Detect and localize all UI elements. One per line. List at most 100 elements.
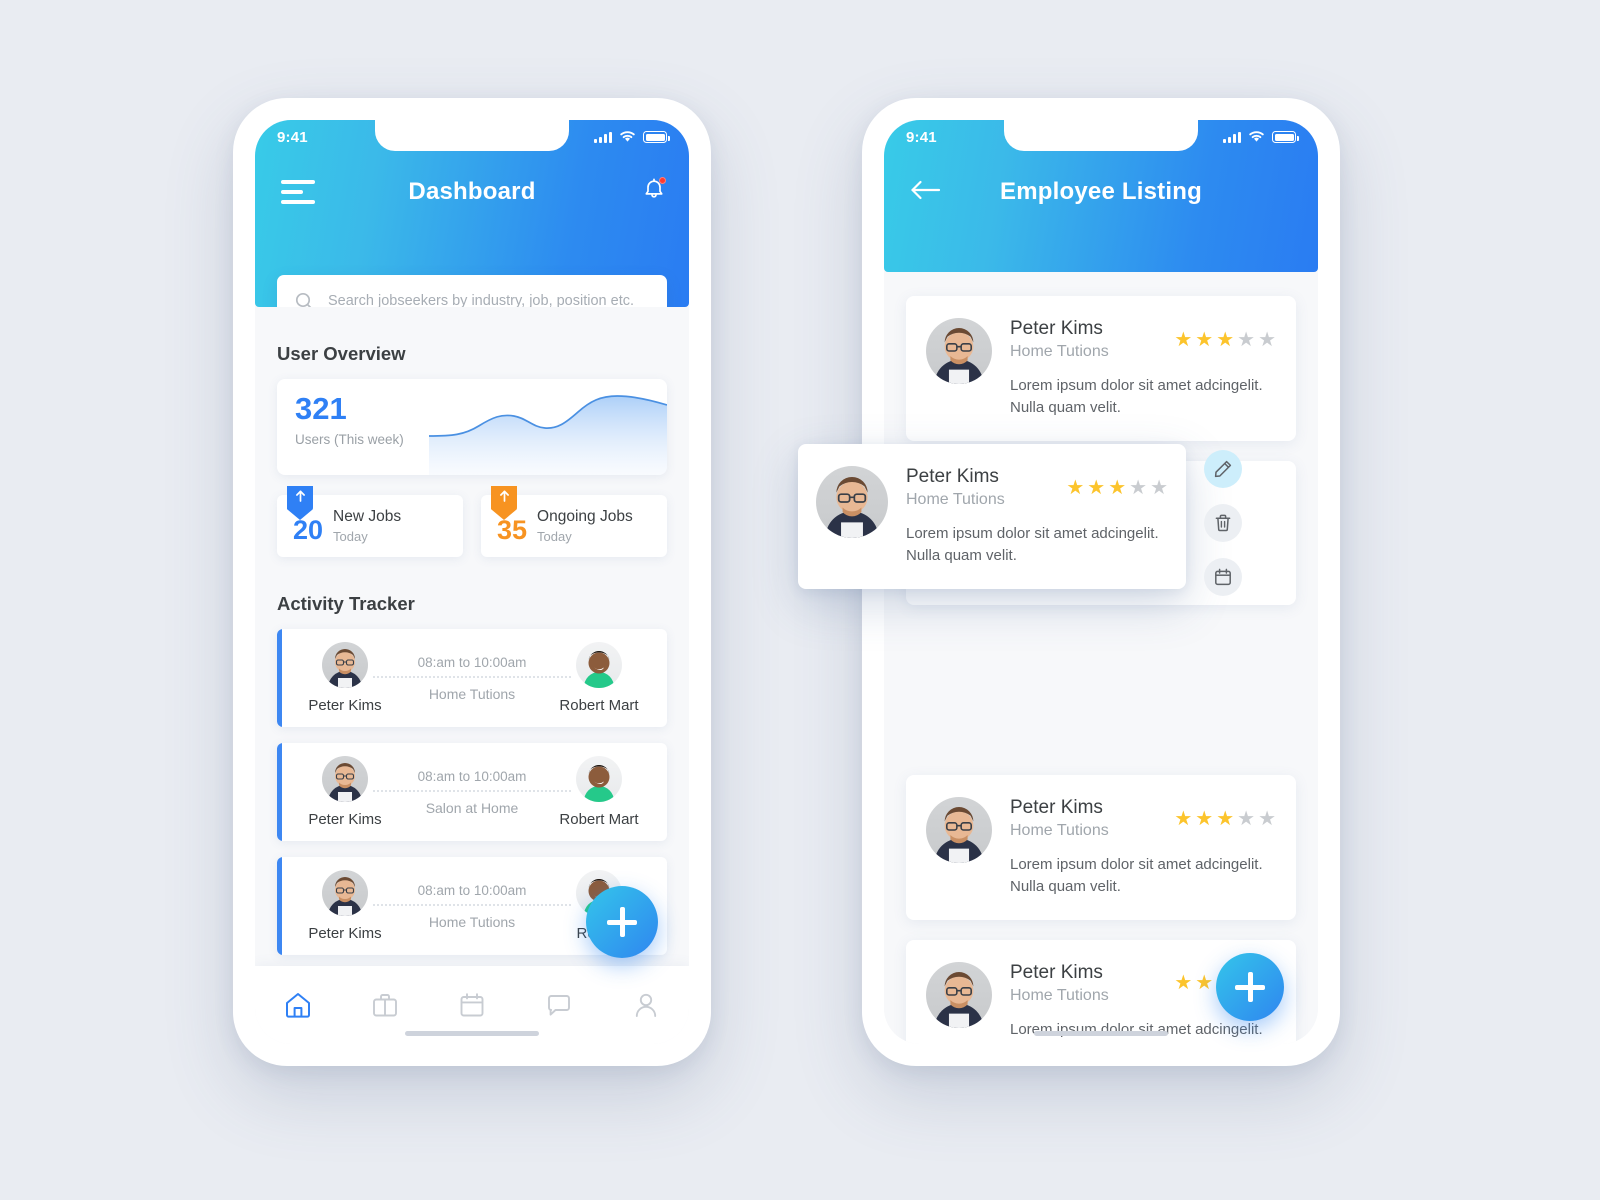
person-name: Peter Kims bbox=[308, 811, 382, 828]
employee-header-row: Peter Kims Home Tutions ★★★★★ bbox=[1010, 797, 1276, 840]
employee-navbar: Employee Listing bbox=[884, 164, 1318, 220]
avatar bbox=[322, 870, 368, 916]
avatar bbox=[576, 756, 622, 802]
swipe-employee-card[interactable]: Peter Kims Home Tutions ★ ★ ★ ★ ★ Lorem ipsu… bbox=[798, 444, 1186, 589]
swipe-action-buttons bbox=[1186, 444, 1260, 596]
activity-service: Salon at Home bbox=[425, 799, 519, 816]
home-indicator bbox=[1034, 1031, 1168, 1036]
user-count: 321 bbox=[295, 391, 347, 426]
employee-description: Lorem ipsum dolor sit amet adcingelit. N… bbox=[1010, 377, 1263, 416]
plus-icon bbox=[1235, 972, 1265, 1002]
add-button-employee[interactable] bbox=[1216, 953, 1284, 1021]
activity-row[interactable]: Peter Kims 08:am to 10:00am Home Tutions bbox=[277, 629, 667, 727]
activity-tracker-heading: Activity Tracker bbox=[277, 593, 415, 614]
activity-right-person: Robert Mart bbox=[553, 756, 645, 828]
nav-jobs[interactable] bbox=[342, 990, 429, 1020]
user-count-label: Users (This week) bbox=[295, 432, 404, 447]
delete-button[interactable] bbox=[1204, 504, 1242, 542]
add-button-dashboard[interactable] bbox=[586, 886, 658, 958]
star-icon: ★ bbox=[1066, 476, 1085, 499]
employee-card[interactable]: Peter Kims Home Tutions ★★★★★ Lorem ipsu… bbox=[906, 296, 1296, 441]
activity-left-person: Peter Kims bbox=[299, 642, 391, 714]
star-icon: ★ bbox=[1174, 807, 1193, 830]
star-icon: ★ bbox=[1195, 972, 1214, 994]
employee-header-row: Peter Kims Home Tutions ★★★★★ bbox=[906, 466, 1168, 509]
star-icon: ★ bbox=[1258, 807, 1276, 830]
user-overview-card: 321 Users (This week) bbox=[277, 379, 667, 475]
connector-line bbox=[373, 789, 571, 792]
trash-delete-icon bbox=[1215, 514, 1231, 532]
battery-icon bbox=[1272, 131, 1299, 143]
avatar bbox=[926, 961, 992, 1028]
schedule-button[interactable] bbox=[1204, 558, 1242, 596]
plus-icon bbox=[607, 907, 637, 937]
nav-calendar[interactable] bbox=[429, 990, 516, 1020]
star-icon: ★ bbox=[1087, 476, 1106, 499]
swipe-action-overlay: Peter Kims Home Tutions ★ ★ ★ ★ ★ Lorem ipsu… bbox=[798, 444, 1260, 604]
edit-button[interactable] bbox=[1204, 450, 1242, 488]
page-title: Employee Listing bbox=[1000, 178, 1202, 205]
employee-cards: Peter Kims Home Tutions ★ ★ ★ ★ ★ Lorem ipsu… bbox=[884, 272, 1318, 1044]
star-icon: ★ bbox=[1174, 972, 1193, 994]
user-overview-heading: User Overview bbox=[277, 343, 406, 364]
employee-role: Home Tutions bbox=[906, 491, 1005, 508]
star-icon: ★ bbox=[1237, 328, 1256, 351]
employee-description: Lorem ipsum dolor sit amet adcingelit. N… bbox=[906, 525, 1159, 564]
activity-right-person: Robert Mart bbox=[553, 642, 645, 714]
avatar bbox=[926, 797, 992, 863]
star-icon: ★ bbox=[1237, 807, 1256, 830]
person-name: Peter Kims bbox=[308, 697, 382, 714]
employee-name-block: Peter Kims Home Tutions bbox=[906, 466, 1005, 509]
employee-name-block: Peter Kims Home Tutions bbox=[1010, 962, 1109, 1005]
stat-text: New Jobs Today bbox=[333, 508, 401, 543]
star-icon: ★ bbox=[1108, 476, 1127, 499]
activity-details: 08:am to 10:00am Home Tutions bbox=[373, 882, 571, 930]
rating-stars[interactable]: ★★★★★ bbox=[1174, 809, 1276, 829]
stat-card-new-jobs[interactable]: 20 New Jobs Today bbox=[277, 486, 463, 557]
status-icons bbox=[594, 131, 670, 143]
home-icon bbox=[286, 993, 311, 1018]
rating-stars[interactable]: ★★★★★ bbox=[1174, 330, 1276, 350]
back-arrow-icon[interactable] bbox=[910, 179, 944, 206]
nav-home[interactable] bbox=[255, 990, 342, 1020]
hamburger-menu-icon[interactable] bbox=[281, 180, 315, 204]
person-name: Robert Mart bbox=[559, 697, 639, 714]
stat-value: 20 bbox=[293, 514, 324, 545]
person-name: Robert Mart bbox=[559, 811, 639, 828]
status-time: 9:41 bbox=[906, 128, 937, 146]
activity-row[interactable]: Peter Kims 08:am to 10:00am Salon at Hom… bbox=[277, 743, 667, 841]
activity-left-person: Peter Kims bbox=[299, 870, 391, 942]
employee-name: Peter Kims bbox=[1010, 961, 1103, 983]
star-icon: ★ bbox=[1216, 328, 1235, 351]
avatar bbox=[926, 318, 992, 384]
connector-line bbox=[373, 675, 571, 678]
wifi-icon bbox=[1249, 131, 1264, 142]
stat-title: New Jobs bbox=[333, 508, 402, 526]
notification-bell-icon[interactable] bbox=[643, 176, 666, 207]
employee-role: Home Tutions bbox=[1010, 822, 1109, 839]
person-icon bbox=[635, 993, 656, 1017]
wifi-icon bbox=[620, 131, 635, 142]
employee-role: Home Tutions bbox=[1010, 343, 1109, 360]
calendar-icon bbox=[460, 993, 484, 1017]
page-title: Dashboard bbox=[408, 178, 536, 205]
activity-details: 08:am to 10:00am Salon at Home bbox=[373, 768, 571, 816]
stat-subtitle: Today bbox=[537, 528, 572, 544]
employee-info: Peter Kims Home Tutions ★★★★★ Lorem ipsu… bbox=[906, 466, 1168, 567]
dashboard-header: 9:41 Dashboard bbox=[255, 120, 689, 327]
nav-profile[interactable] bbox=[602, 990, 689, 1020]
activity-time: 08:am to 10:00am bbox=[417, 768, 527, 784]
activity-time: 08:am to 10:00am bbox=[417, 882, 527, 898]
avatar bbox=[576, 642, 622, 688]
employee-header: 9:41 Employee Listing bbox=[884, 120, 1318, 272]
activity-time: 08:am to 10:00am bbox=[417, 654, 527, 670]
employee-card[interactable]: Peter Kims Home Tutions ★★★★★ Lorem ipsu… bbox=[906, 775, 1296, 920]
rating-stars[interactable]: ★★★★★ bbox=[1066, 478, 1168, 498]
avatar bbox=[322, 756, 368, 802]
employee-name: Peter Kims bbox=[906, 466, 999, 487]
stat-card-ongoing-jobs[interactable]: 35 Ongoing Jobs Today bbox=[481, 486, 667, 557]
connector-line bbox=[373, 903, 571, 906]
status-time: 9:41 bbox=[277, 128, 308, 146]
nav-messages[interactable] bbox=[515, 990, 602, 1020]
briefcase-icon bbox=[373, 994, 398, 1017]
